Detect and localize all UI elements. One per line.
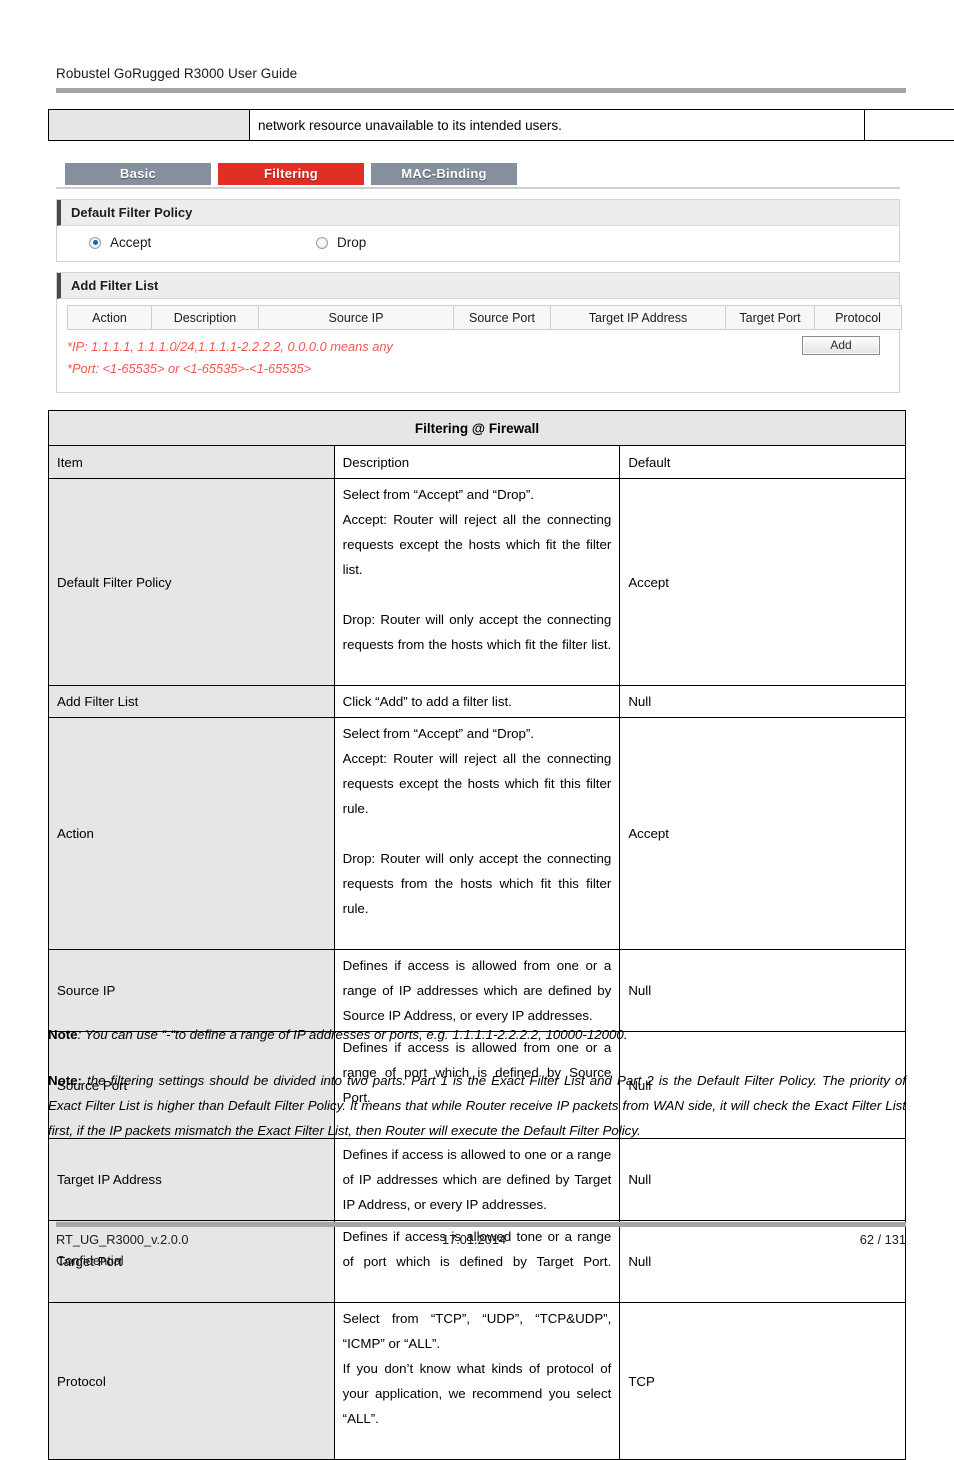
tab-basic[interactable]: Basic: [65, 163, 211, 185]
table-row: network resource unavailable to its inte…: [49, 110, 954, 141]
row-description-line: Defines if access is allowed from one or…: [343, 953, 612, 1028]
tab-mac-binding[interactable]: MAC-Binding: [371, 163, 517, 185]
row-item: Source IP: [49, 950, 335, 1032]
row-description-line: Select from “Accept” and “Drop”.: [343, 721, 612, 746]
filter-hint-area: *IP: 1.1.1.1, 1.1.1.0/24,1.1.1.1-2.2.2.2…: [67, 330, 889, 380]
add-filter-list-heading: Add Filter List: [57, 273, 899, 299]
row-default: Null: [620, 686, 906, 718]
note-text: the filtering settings should be divided…: [48, 1073, 906, 1138]
note-label: Note: [48, 1027, 78, 1042]
row-description-line: Drop: Router will only accept the connec…: [343, 607, 612, 682]
footer-page-number: 62 / 131: [860, 1232, 906, 1247]
note-filtering-priority: Note: the filtering settings should be d…: [48, 1068, 906, 1143]
reference-table-title: Filtering @ Firewall: [49, 411, 906, 446]
router-ui-screenshot: Basic Filtering MAC-Binding Default Filt…: [56, 163, 900, 393]
continuation-table: network resource unavailable to its inte…: [48, 109, 954, 141]
footer-classification: Confidential: [56, 1253, 906, 1268]
default-filter-policy-body: Accept Drop: [57, 226, 899, 261]
column-header-action: Action: [68, 306, 152, 330]
continuation-description-cell: network resource unavailable to its inte…: [250, 110, 865, 141]
continuation-default-cell: [865, 110, 954, 141]
hint-port-format: *Port: <1-65535> or <1-65535>-<1-65535>: [67, 358, 889, 380]
row-description-line: Select from “Accept” and “Drop”.: [343, 482, 612, 507]
filter-list-grid: Action Description Source IP Source Port…: [67, 305, 902, 330]
table-row: Action Select from “Accept” and “Drop”. …: [49, 718, 906, 950]
filtering-reference-table: Filtering @ Firewall Item Description De…: [48, 410, 906, 1460]
document-footer: RT_UG_R3000_v.2.0.0 17.01.2014 62 / 131 …: [56, 1232, 906, 1268]
column-header-protocol: Protocol: [815, 306, 902, 330]
footer-document-id: RT_UG_R3000_v.2.0.0: [56, 1232, 189, 1247]
document-page: Robustel GoRugged R3000 User Guide netwo…: [0, 0, 954, 1350]
column-header-target-ip-address: Target IP Address: [551, 306, 726, 330]
radio-drop-label: Drop: [337, 235, 366, 250]
row-description-line: Select from “TCP”, “UDP”, “TCP&UDP”, “IC…: [343, 1306, 612, 1356]
row-description-line: Accept: Router will reject all the conne…: [343, 507, 612, 607]
row-description: Defines if access is allowed to one or a…: [334, 1139, 620, 1221]
ui-tab-bar: Basic Filtering MAC-Binding: [56, 163, 900, 189]
row-description-line: If you don’t know what kinds of protocol…: [343, 1356, 612, 1456]
footer-divider: [56, 1222, 906, 1227]
radio-option-drop[interactable]: Drop: [316, 235, 366, 250]
table-row: Protocol Select from “TCP”, “UDP”, “TCP&…: [49, 1303, 906, 1460]
header-divider: [56, 88, 906, 93]
table-row: Target IP Address Defines if access is a…: [49, 1139, 906, 1221]
row-default: Accept: [620, 718, 906, 950]
radio-option-accept[interactable]: Accept: [89, 235, 316, 250]
column-header-source-port: Source Port: [454, 306, 551, 330]
header-item: Item: [49, 446, 335, 479]
row-item: Target IP Address: [49, 1139, 335, 1221]
filter-grid-header-row: Action Description Source IP Source Port…: [68, 306, 902, 330]
row-description: Select from “Accept” and “Drop”. Accept:…: [334, 479, 620, 686]
reference-table-title-row: Filtering @ Firewall: [49, 411, 906, 446]
add-button[interactable]: Add: [802, 336, 880, 355]
row-default: Accept: [620, 479, 906, 686]
row-description: Defines if access is allowed from one or…: [334, 950, 620, 1032]
row-description: Select from “TCP”, “UDP”, “TCP&UDP”, “IC…: [334, 1303, 620, 1460]
table-row: Add Filter List Click “Add” to add a fil…: [49, 686, 906, 718]
document-header: Robustel GoRugged R3000 User Guide: [56, 66, 906, 81]
add-filter-list-body: Action Description Source IP Source Port…: [57, 299, 899, 392]
row-default: TCP: [620, 1303, 906, 1460]
row-default: Null: [620, 1139, 906, 1221]
footer-primary-line: RT_UG_R3000_v.2.0.0 17.01.2014 62 / 131: [56, 1232, 906, 1252]
row-item: Default Filter Policy: [49, 479, 335, 686]
footer-date: 17.01.2014: [442, 1232, 506, 1247]
note-range-syntax: Note: You can use “-“to define a range o…: [48, 1022, 906, 1047]
continuation-item-cell: [49, 110, 250, 141]
table-row: Default Filter Policy Select from “Accep…: [49, 479, 906, 686]
row-description: Select from “Accept” and “Drop”. Accept:…: [334, 718, 620, 950]
radio-accept-label: Accept: [110, 235, 151, 250]
row-description: Click “Add” to add a filter list.: [334, 686, 620, 718]
column-header-target-port: Target Port: [726, 306, 815, 330]
add-filter-list-panel: Add Filter List Action Description Sourc…: [56, 272, 900, 393]
policy-radio-group: Accept Drop: [57, 235, 899, 250]
row-item: Action: [49, 718, 335, 950]
radio-drop-icon[interactable]: [316, 237, 328, 249]
hint-ip-format: *IP: 1.1.1.1, 1.1.1.0/24,1.1.1.1-2.2.2.2…: [67, 336, 889, 358]
row-item: Protocol: [49, 1303, 335, 1460]
note-label: Note:: [48, 1073, 82, 1088]
row-description-line: Accept: Router will reject all the conne…: [343, 746, 612, 846]
header-title: Robustel GoRugged R3000 User Guide: [56, 66, 906, 81]
row-default: Null: [620, 950, 906, 1032]
row-description-line: Click “Add” to add a filter list.: [343, 689, 612, 714]
header-description: Description: [334, 446, 620, 479]
column-header-source-ip: Source IP: [259, 306, 454, 330]
column-header-description: Description: [152, 306, 259, 330]
row-description-line: Defines if access is allowed to one or a…: [343, 1142, 612, 1217]
radio-accept-icon[interactable]: [89, 237, 101, 249]
tab-filtering[interactable]: Filtering: [218, 163, 364, 185]
note-text: : You can use “-“to define a range of IP…: [78, 1027, 628, 1042]
table-row: Source IP Defines if access is allowed f…: [49, 950, 906, 1032]
header-default: Default: [620, 446, 906, 479]
default-filter-policy-panel: Default Filter Policy Accept Drop: [56, 199, 900, 262]
row-description-line: Drop: Router will only accept the connec…: [343, 846, 612, 946]
row-item: Add Filter List: [49, 686, 335, 718]
reference-table-header-row: Item Description Default: [49, 446, 906, 479]
default-filter-policy-heading: Default Filter Policy: [57, 200, 899, 226]
